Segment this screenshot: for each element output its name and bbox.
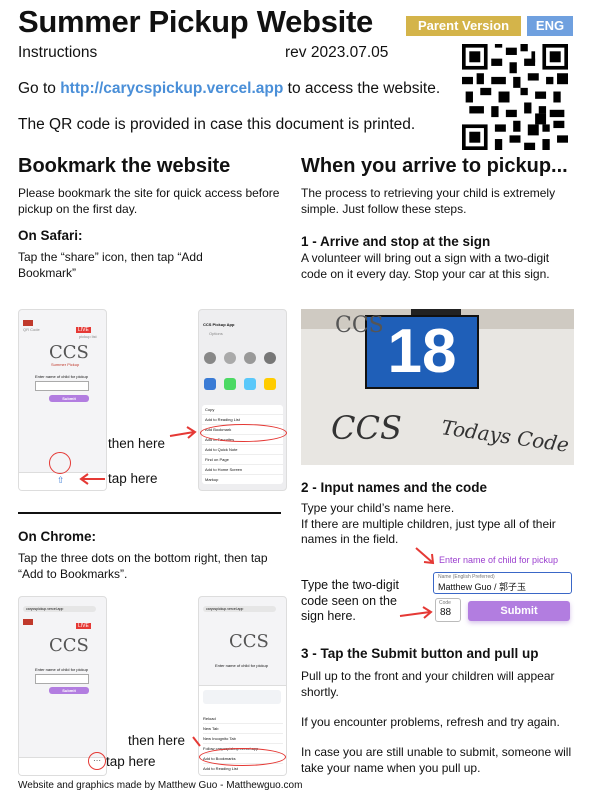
name-field-value: Matthew Guo / 郭子玉	[438, 582, 527, 592]
mock-ccs-logo-3: CCS	[229, 631, 269, 652]
add-bookmark-circle	[200, 424, 287, 442]
safari-then-here-arrow	[169, 426, 197, 439]
share-icon: ⇧	[57, 475, 65, 485]
mock-live-badge: LIVE	[76, 327, 91, 333]
airdrop-icon	[204, 378, 216, 390]
section-divider	[18, 512, 281, 514]
subtitle-instructions: Instructions	[18, 44, 98, 61]
share-item-find: Find on Page	[202, 455, 283, 465]
contact-avatar-4	[264, 352, 276, 364]
share-item-quick-note: Add to Quick Note	[202, 445, 283, 455]
child-name-field[interactable]: Name (English Preferred) Matthew Guo / 郭…	[433, 572, 572, 594]
intro-go-to-line: Go to http://carycspickup.vercel.app to …	[18, 80, 440, 98]
mail-icon	[244, 378, 256, 390]
mock-pickup-list: pickup list	[79, 334, 97, 339]
footer-credit: Website and graphics made by Matthew Guo…	[18, 780, 303, 791]
bookmark-heading: Bookmark the website	[18, 155, 231, 177]
chrome-address-bar: carycspickup.vercel.app	[23, 606, 96, 612]
step1-text: A volunteer will bring out a sign with a…	[301, 251, 550, 281]
add-to-bookmarks-circle	[199, 748, 286, 766]
chrome-more-circle	[88, 752, 106, 770]
chrome-tap-here-label: tap here	[106, 754, 156, 769]
chrome-phone-screenshot: carycspickup.vercel.app LIVE CCS Enter n…	[18, 596, 107, 776]
sign-ccs-handwritten: CCS	[331, 409, 402, 447]
mock-ccs-logo-2: CCS	[49, 635, 89, 656]
qr-code	[462, 44, 568, 150]
mock-submit-button: Submit	[49, 395, 89, 402]
mock-prompt-3: Enter name of child for pickup	[215, 663, 268, 668]
pickup-heading: When you arrive to pickup...	[301, 155, 568, 177]
share-options: Options	[209, 331, 223, 336]
mock-prompt-2: Enter name of child for pickup	[35, 667, 88, 672]
todays-code-sign-photo: 18 CCS CCS Todays Code	[301, 309, 574, 465]
safari-instructions: Tap the “share” icon, then tap “Add Book…	[18, 250, 203, 280]
step1-heading: 1 - Arrive and stop at the sign	[301, 234, 491, 249]
step2-text: Type your child’s name here. If there ar…	[301, 501, 579, 548]
contact-avatar-3	[244, 352, 256, 364]
safari-heading: On Safari:	[18, 228, 83, 243]
chrome-app-icon	[264, 378, 276, 390]
chrome-then-here-label: then here	[128, 733, 186, 748]
share-item-markup: Markup	[205, 477, 219, 482]
chrome-address-bar-2: carycspickup.vercel.app	[203, 606, 276, 612]
mock-prompt: Enter name of child for pickup	[35, 374, 88, 379]
chrome-menu-incognito: New Incognito Tab	[203, 734, 283, 744]
step2-code-instructions: Type the two-digit code seen on the sign…	[301, 578, 399, 623]
parent-version-badge: Parent Version	[406, 16, 521, 36]
mock-live-badge-2: LIVE	[76, 623, 91, 629]
mock-submit-button-2: Submit	[49, 687, 89, 694]
pickup-description: The process to retrieving your child is …	[301, 186, 556, 216]
sign-ccs-faint: CCS	[335, 313, 384, 338]
safari-tap-here-arrow	[79, 473, 105, 485]
contact-avatar-2	[224, 352, 236, 364]
form-prompt: Enter name of child for pickup	[439, 555, 559, 565]
go-to-suffix: to access the website.	[283, 80, 441, 97]
chrome-menu-new-tab: New Tab	[203, 724, 283, 734]
step3-text-2: If you encounter problems, refresh and t…	[301, 715, 560, 729]
share-action-list: Copy Add to Reading List Add Bookmark Ad…	[202, 405, 283, 484]
step2-heading: 2 - Input names and the code	[301, 480, 488, 495]
step2-text-line1: Type your child’s name here.	[301, 501, 455, 515]
go-to-prefix: Go to	[18, 80, 61, 97]
step3-text-1: Pull up to the front and your children w…	[301, 669, 555, 699]
mock-logo-mark-2	[23, 619, 33, 625]
chrome-instructions: Tap the three dots on the bottom right, …	[18, 551, 268, 581]
share-item-copy: Copy	[202, 405, 283, 415]
page-title: Summer Pickup Website	[18, 4, 373, 39]
language-badge: ENG	[527, 16, 573, 36]
code-field-value: 88	[440, 607, 452, 618]
code-field-arrow	[399, 606, 433, 619]
revision-label: rev 2023.07.05	[285, 44, 389, 61]
messages-icon	[224, 378, 236, 390]
sign-todays-code-handwritten: Todays Code	[439, 415, 571, 457]
safari-then-here-label: then here	[108, 436, 166, 451]
step3-text-3: In case you are still unable to submit, …	[301, 745, 572, 775]
chrome-heading: On Chrome:	[18, 529, 97, 544]
share-item-home-screen: Add to Home Screen	[202, 465, 283, 475]
step3-heading: 3 - Tap the Submit button and pull up	[301, 646, 539, 661]
contact-avatar-1	[204, 352, 216, 364]
chrome-menu-reload: Reload	[203, 714, 283, 724]
safari-share-circle	[49, 452, 71, 474]
chrome-menu-icon-row	[203, 690, 281, 704]
mock-ccs-logo: CCS	[49, 342, 89, 363]
submit-button[interactable]: Submit	[468, 601, 570, 621]
qr-note: The QR code is provided in case this doc…	[18, 116, 416, 133]
name-field-arrow	[415, 547, 435, 565]
share-title: CCS Pickup App	[203, 322, 235, 327]
mock-qr-label: QR Code	[23, 327, 40, 332]
chrome-then-here-arrow	[192, 736, 201, 747]
code-field-label: Code	[439, 600, 451, 606]
step2-text-line2: If there are multiple children, just typ…	[301, 516, 556, 547]
safari-share-sheet-screenshot: CCS Pickup App Options Copy Add to Readi…	[198, 309, 287, 491]
mock-name-field-2	[35, 674, 89, 684]
code-field[interactable]: Code 88	[435, 598, 461, 622]
mock-name-field	[35, 381, 89, 391]
mock-logo-mark	[23, 320, 33, 326]
website-link[interactable]: http://carycspickup.vercel.app	[60, 80, 283, 97]
safari-tap-here-label: tap here	[108, 471, 158, 486]
mock-summer-pickup: Summer Pickup	[51, 362, 80, 367]
bookmark-description: Please bookmark the site for quick acces…	[18, 186, 280, 216]
